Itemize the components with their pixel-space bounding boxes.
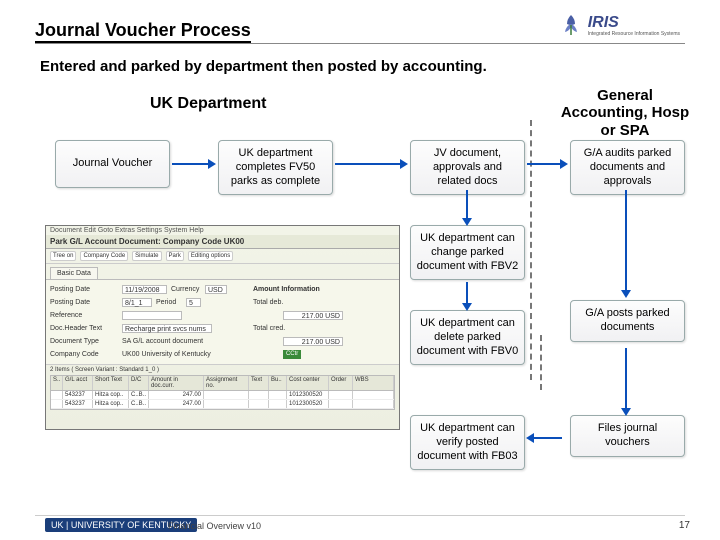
sap-window-title: Park G/L Account Document: Company Code … [46, 235, 399, 249]
gh-short: Short Text [93, 376, 129, 390]
arrow-audit-down [625, 190, 627, 290]
sap-menu: Document Edit Goto Extras Settings Syste… [46, 226, 399, 235]
arrow-doc-to-audit [527, 163, 560, 165]
gh-s: S.. [51, 376, 63, 390]
posting-date-field[interactable]: 11/19/2008 [122, 285, 167, 294]
total-deb-value: 217.00 USD [283, 311, 343, 320]
box-fbv2: UK department can change parked document… [410, 225, 525, 280]
doc-type-label: Document Type [50, 338, 122, 345]
total-cre-label: Total cred. [253, 325, 298, 332]
toolbar-park[interactable]: Park [166, 251, 184, 261]
toolbar-tree-on[interactable]: Tree on [50, 251, 76, 261]
field-label: Posting Date [50, 299, 122, 306]
currency-label: Currency [171, 286, 205, 293]
page-title: Journal Voucher Process [35, 20, 251, 43]
total-deb-label: Total deb. [253, 299, 298, 306]
table-row[interactable]: 543237 Hitza cop.. C..B.. 247.00 1012300… [51, 391, 394, 400]
gh-text: Text [249, 376, 269, 390]
gh-assign: Assignment no. [204, 376, 249, 390]
reference-field[interactable] [122, 311, 182, 320]
table-row[interactable]: 543237 Hitza cop.. C..B.. 247.00 1012300… [51, 400, 394, 409]
box-fbv0: UK department can delete parked document… [410, 310, 525, 365]
period-field[interactable]: 5 [186, 298, 201, 307]
sap-toolbar: Tree on Company Code Simulate Park Editi… [46, 249, 399, 264]
footer-line [35, 515, 685, 516]
page-number: 17 [679, 520, 690, 531]
iris-sub: Integrated Resource Information Systems [588, 32, 680, 37]
sap-grid-title: 2 Items ( Screen Variant : Standard 1_0 … [46, 364, 399, 375]
iris-label: IRIS [588, 14, 680, 32]
sap-grid: S.. G/L acct Short Text D/C Amount in do… [50, 375, 395, 410]
box-journal-voucher: Journal Voucher [55, 140, 170, 188]
reference-label: Reference [50, 312, 122, 319]
box-ga-audits: G/A audits parked documents and approval… [570, 140, 685, 195]
separator-2 [540, 335, 542, 390]
arrow-post-down [625, 348, 627, 408]
gh-bu: Bu.. [269, 376, 287, 390]
header-text-label: Doc.Header Text [50, 325, 122, 332]
gh-gl: G/L acct [63, 376, 93, 390]
doc-type-value: SA G/L account document [122, 338, 203, 345]
general-accounting-header: General Accounting, Hosp or SPA [555, 87, 695, 139]
sap-grid-header: S.. G/L acct Short Text D/C Amount in do… [51, 376, 394, 391]
box-fb03: UK department can verify posted document… [410, 415, 525, 470]
footer-text: Financial Overview v10 [168, 521, 261, 531]
field-label: Posting Date [50, 286, 122, 293]
gh-dc: D/C [129, 376, 149, 390]
gh-cost: Cost center [287, 376, 329, 390]
box-jv-document: JV document, approvals and related docs [410, 140, 525, 195]
sap-screenshot: Document Edit Goto Extras Settings Syste… [45, 225, 400, 430]
sap-tab-basic-data[interactable]: Basic Data [50, 267, 98, 279]
company-code-value: UK00 University of Kentucky [122, 351, 211, 358]
arrow-fbv2-down [466, 282, 468, 303]
gh-order: Order [329, 376, 353, 390]
posting-date-field2[interactable]: 8/1_1 [122, 298, 152, 307]
separator-1 [530, 120, 532, 380]
total-cre-value: 217.00 USD [283, 337, 343, 346]
box-fv50: UK department completes FV50 parks as co… [218, 140, 333, 195]
gh-amount: Amount in doc.curr. [149, 376, 204, 390]
box-files: Files journal vouchers [570, 415, 685, 457]
box-ga-posts: G/A posts parked documents [570, 300, 685, 342]
header-text-field[interactable]: Recharge print svcs nums [122, 324, 212, 333]
currency-field[interactable]: USD [205, 285, 227, 294]
amount-info-head: Amount Information [253, 286, 320, 293]
subtitle: Entered and parked by department then po… [40, 58, 487, 75]
period-label: Period [156, 299, 186, 306]
gh-wbs: WBS [353, 376, 394, 390]
company-code-label: Company Code [50, 351, 122, 358]
arrow-doc-down [466, 190, 468, 218]
cc-badge: CCtr [283, 350, 301, 359]
arrow-files-to-fb03 [534, 437, 562, 439]
toolbar-company-code[interactable]: Company Code [80, 251, 128, 261]
arrow-fv50-to-doc [335, 163, 400, 165]
sap-form: Posting Date11/19/2008 CurrencyUSD Postin… [46, 279, 399, 364]
iris-flower-icon [558, 12, 584, 38]
toolbar-simulate[interactable]: Simulate [132, 251, 161, 261]
toolbar-editing-options[interactable]: Editing options [188, 251, 233, 261]
arrow-jv-to-fv50 [172, 163, 208, 165]
uk-department-header: UK Department [150, 95, 266, 113]
iris-logo: IRIS Integrated Resource Information Sys… [558, 12, 680, 38]
